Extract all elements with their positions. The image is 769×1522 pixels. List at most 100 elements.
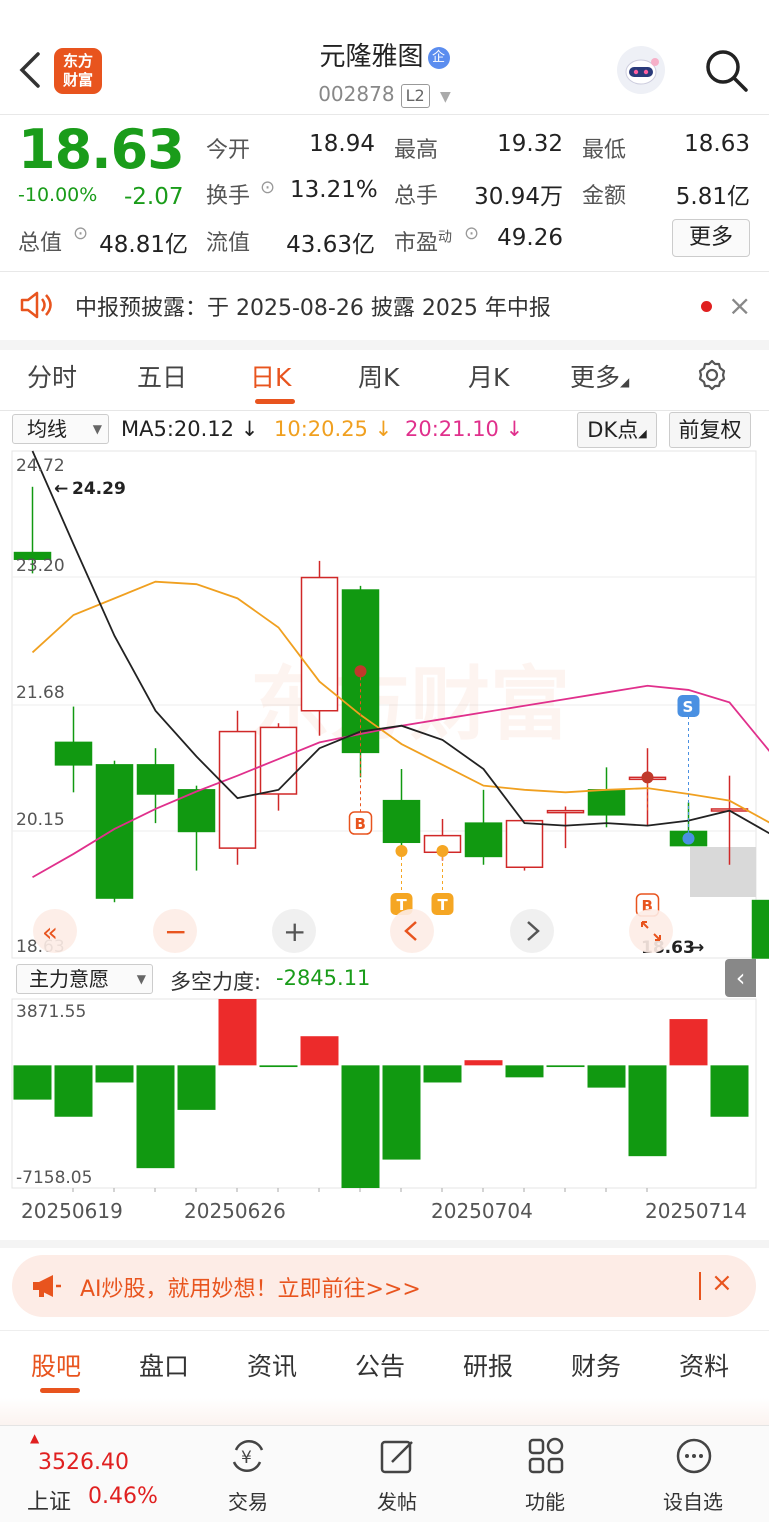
high-value: 19.32 xyxy=(497,131,563,157)
nav-functions[interactable]: 功能 xyxy=(500,1486,590,1515)
candle-body xyxy=(546,809,585,814)
high-marker-arrow: ← xyxy=(54,479,68,499)
tab-monthly-k[interactable]: 月K xyxy=(468,358,509,394)
settings-gear-icon[interactable] xyxy=(695,358,729,392)
current-price: 18.63 xyxy=(18,118,185,181)
tab-five-day[interactable]: 五日 xyxy=(137,358,187,394)
forward-adjust-button[interactable]: 前复权 xyxy=(669,412,751,448)
candle xyxy=(628,748,667,826)
candle xyxy=(177,785,216,871)
more-dots-icon[interactable] xyxy=(674,1436,714,1476)
divider xyxy=(699,1272,701,1300)
info-icon[interactable]: ⊙ xyxy=(73,223,88,244)
turnover-value: 13.21% xyxy=(290,177,378,203)
volume-label: 总手 xyxy=(394,184,439,209)
kline-chart[interactable]: 东方财富 BTTBS 24.72 23.20 21.68 20.15 18.63… xyxy=(0,448,769,960)
signal-dot xyxy=(354,665,367,678)
candle xyxy=(259,723,298,811)
enterprise-badge: 企 xyxy=(427,47,450,69)
low-label: 最低 xyxy=(582,138,627,163)
tab-intraday[interactable]: 分时 xyxy=(27,358,77,394)
sub-bar xyxy=(259,1065,298,1068)
sub-indicator-select[interactable]: 主力意愿 ▼ xyxy=(16,964,153,994)
tab-more[interactable]: 更多◢ xyxy=(570,358,629,394)
post-edit-icon[interactable] xyxy=(378,1436,418,1476)
divider xyxy=(0,1330,769,1331)
active-tab-indicator xyxy=(40,1388,80,1393)
signal-dot xyxy=(395,845,408,857)
total-cap-label: 总值 xyxy=(18,231,63,256)
tab-guba[interactable]: 股吧 xyxy=(31,1347,81,1383)
signal-dot xyxy=(641,771,654,784)
candle-body xyxy=(382,799,421,844)
nav-post[interactable]: 发帖 xyxy=(352,1486,442,1515)
sub-indicator-label: 多空力度: xyxy=(170,970,262,994)
ma10-value: 10:20.25 ↓ xyxy=(274,417,393,441)
tab-research[interactable]: 研报 xyxy=(463,1347,513,1383)
collapse-panel-button[interactable]: ‹ xyxy=(725,959,756,997)
y-tick-label: 20.15 xyxy=(16,810,65,830)
nav-trade[interactable]: 交易 xyxy=(203,1486,293,1515)
sub-bar xyxy=(669,1019,708,1066)
close-icon[interactable]: × xyxy=(711,1268,733,1298)
signal-text: T xyxy=(438,896,449,914)
tab-daily-k[interactable]: 日K xyxy=(250,358,291,394)
zoom-in-button[interactable]: + xyxy=(272,909,316,953)
pe-label: 市盈动 xyxy=(394,229,453,256)
amount-label: 金额 xyxy=(582,184,627,209)
open-value: 18.94 xyxy=(309,131,375,157)
tab-weekly-k[interactable]: 周K xyxy=(358,358,399,394)
divider xyxy=(0,114,769,115)
robot-avatar-icon[interactable] xyxy=(617,46,665,94)
info-icon[interactable]: ⊙ xyxy=(260,177,275,198)
sub-max-label: 3871.55 xyxy=(16,1002,86,1022)
watermark: 东方财富 xyxy=(250,658,570,751)
index-percent[interactable]: 0.46% xyxy=(88,1484,158,1509)
scroll-left-button[interactable] xyxy=(390,909,434,953)
candle-body xyxy=(95,764,134,899)
candle xyxy=(751,899,769,959)
notice-text[interactable]: 中报预披露：于 2025-08-26 披露 2025 年中报 xyxy=(75,290,551,322)
tab-news[interactable]: 资讯 xyxy=(247,1347,297,1383)
ai-banner-text[interactable]: AI炒股，就用妙想！立即前往>>> xyxy=(80,1271,421,1303)
close-icon[interactable]: × xyxy=(728,289,751,322)
sub-bar xyxy=(136,1065,175,1169)
sub-bar xyxy=(710,1065,749,1117)
corner-arrow-icon: ◢ xyxy=(620,375,630,389)
tab-pankou[interactable]: 盘口 xyxy=(139,1347,189,1383)
candle xyxy=(382,769,421,857)
search-icon[interactable] xyxy=(702,46,750,94)
active-tab-indicator xyxy=(255,399,295,404)
index-name[interactable]: 上证 xyxy=(27,1484,71,1516)
speaker-icon xyxy=(20,291,52,319)
sub-bar xyxy=(177,1065,216,1110)
signal-marker-T: T xyxy=(431,845,454,915)
nav-add-watchlist[interactable]: 设自选 xyxy=(648,1486,738,1515)
scroll-left-fast-button[interactable]: « xyxy=(33,909,77,953)
zoom-out-button[interactable]: − xyxy=(153,909,197,953)
tab-announcements[interactable]: 公告 xyxy=(355,1347,405,1383)
x-ticks xyxy=(72,1188,648,1192)
index-value[interactable]: 3526.40 xyxy=(38,1450,129,1475)
dk-point-button[interactable]: DK点◢ xyxy=(577,412,657,448)
more-quote-button[interactable]: 更多 xyxy=(672,219,750,257)
feed-preview xyxy=(0,1398,769,1425)
unread-dot xyxy=(701,301,712,312)
grid-functions-icon[interactable] xyxy=(526,1436,566,1476)
signal-text: B xyxy=(355,815,366,833)
info-icon[interactable]: ⊙ xyxy=(464,223,479,244)
trade-icon[interactable]: ¥ xyxy=(228,1436,268,1476)
sub-bar xyxy=(546,1065,585,1068)
turnover-label: 换手 xyxy=(206,184,251,209)
candle-body xyxy=(505,819,544,869)
scroll-right-button[interactable] xyxy=(510,909,554,953)
fullscreen-button[interactable] xyxy=(629,909,673,953)
open-label: 今开 xyxy=(206,138,251,163)
svg-text:+: + xyxy=(283,915,306,948)
tab-profile[interactable]: 资料 xyxy=(679,1347,729,1383)
indicator-select[interactable]: 均线 ▼ xyxy=(12,414,109,444)
pending-box xyxy=(690,847,756,897)
tab-finance[interactable]: 财务 xyxy=(571,1347,621,1383)
y-tick-label: 21.68 xyxy=(16,683,65,703)
sub-bar xyxy=(628,1065,667,1157)
